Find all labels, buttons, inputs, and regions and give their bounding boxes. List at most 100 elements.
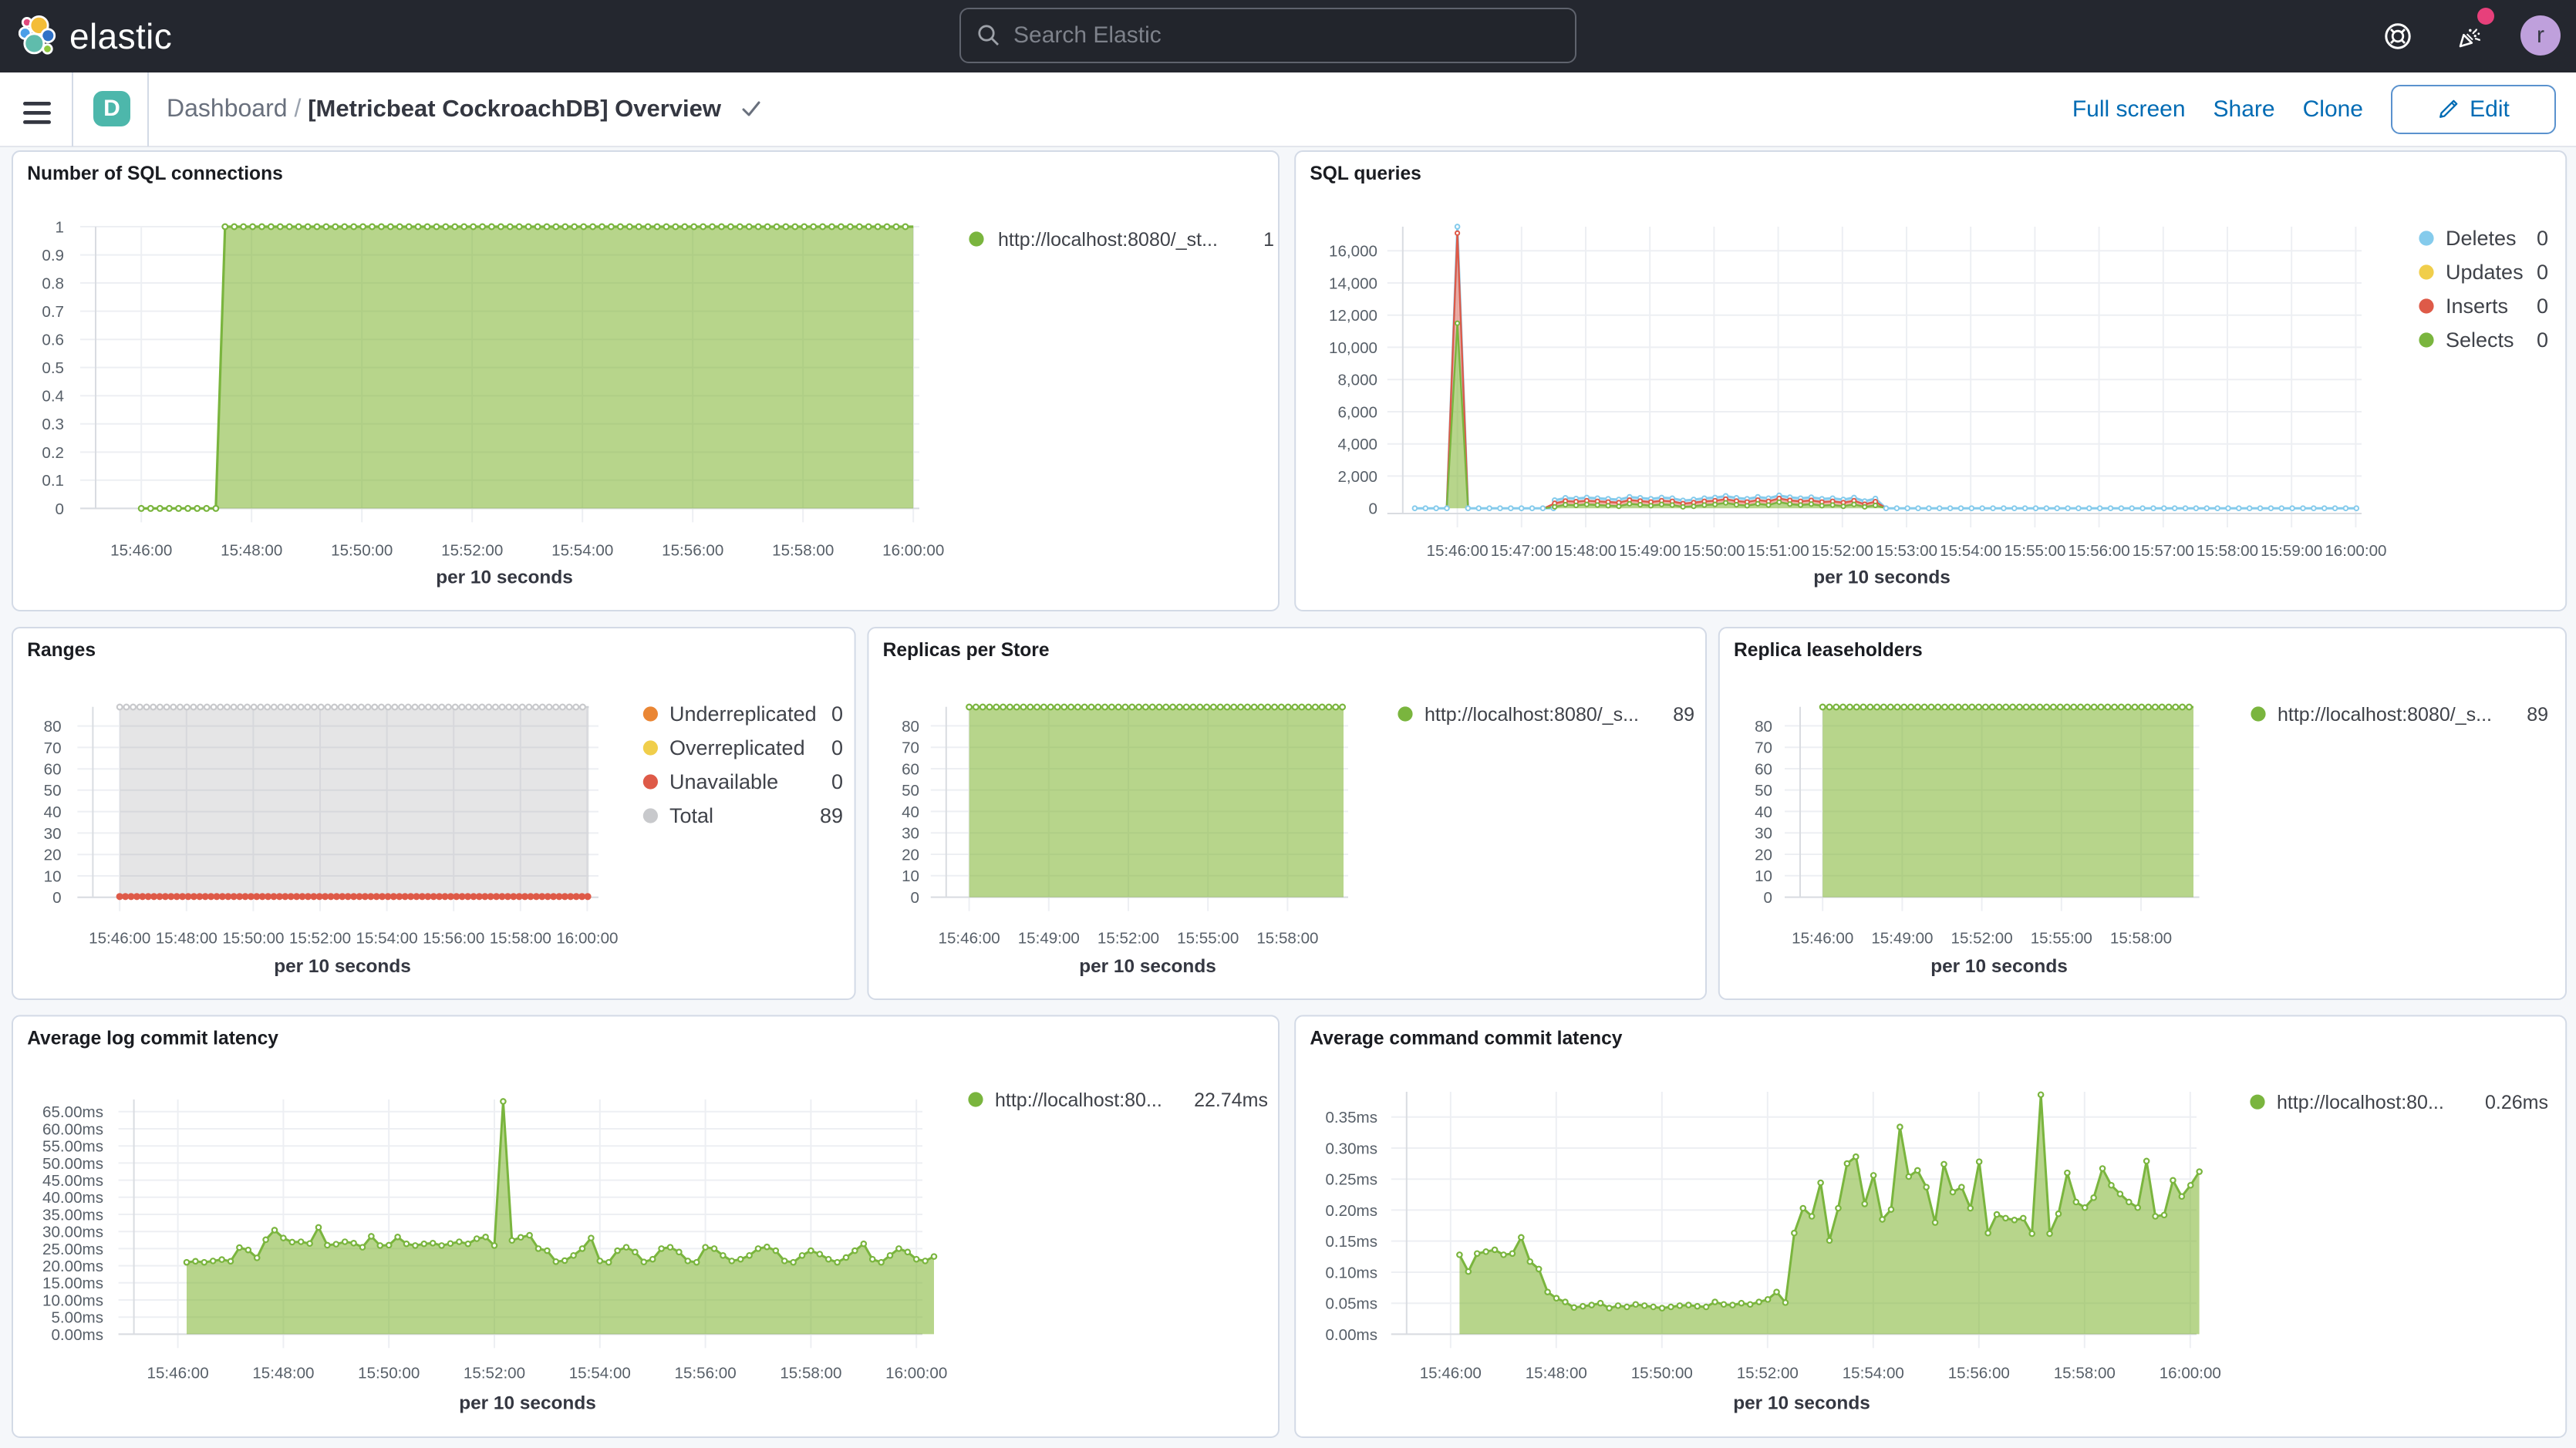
svg-text:http://localhost:80...: http://localhost:80... — [2277, 1092, 2444, 1113]
svg-text:15:54:00: 15:54:00 — [569, 1364, 631, 1382]
svg-text:15:55:00: 15:55:00 — [2004, 542, 2065, 560]
svg-text:0.30ms: 0.30ms — [1325, 1140, 1377, 1157]
svg-text:per 10 seconds: per 10 seconds — [1813, 567, 1951, 588]
svg-text:15:56:00: 15:56:00 — [662, 541, 723, 559]
svg-text:80: 80 — [1755, 718, 1772, 736]
svg-text:SQL queries: SQL queries — [1310, 163, 1421, 184]
svg-text:8,000: 8,000 — [1337, 372, 1377, 389]
svg-text:15:46:00: 15:46:00 — [1792, 929, 1853, 947]
svg-text:http://localhost:8080/_s...: http://localhost:8080/_s... — [1425, 704, 1639, 726]
svg-text:Deletes: Deletes — [2446, 227, 2517, 250]
svg-text:30: 30 — [1755, 825, 1772, 843]
svg-text:16:00:00: 16:00:00 — [2325, 542, 2386, 560]
svg-text:16:00:00: 16:00:00 — [882, 541, 944, 559]
svg-text:Average command commit latency: Average command commit latency — [1310, 1029, 1622, 1049]
svg-text:50: 50 — [902, 782, 919, 800]
svg-text:15:58:00: 15:58:00 — [780, 1364, 841, 1382]
svg-text:40: 40 — [902, 803, 919, 821]
svg-text:10: 10 — [1755, 867, 1772, 885]
svg-text:15:58:00: 15:58:00 — [2110, 929, 2172, 947]
svg-text:0.15ms: 0.15ms — [1325, 1233, 1377, 1251]
svg-text:89: 89 — [2527, 704, 2548, 726]
svg-text:70: 70 — [902, 739, 919, 757]
svg-text:15:48:00: 15:48:00 — [221, 541, 282, 559]
svg-text:15:46:00: 15:46:00 — [89, 929, 150, 947]
svg-text:60: 60 — [44, 761, 62, 779]
svg-text:15:46:00: 15:46:00 — [1427, 542, 1489, 560]
svg-text:15:54:00: 15:54:00 — [551, 541, 613, 559]
svg-text:15:51:00: 15:51:00 — [1748, 542, 1809, 560]
svg-text:15:50:00: 15:50:00 — [222, 929, 284, 947]
svg-text:15:55:00: 15:55:00 — [1177, 929, 1239, 947]
svg-text:15:50:00: 15:50:00 — [331, 541, 393, 559]
svg-text:per 10 seconds: per 10 seconds — [436, 567, 573, 588]
svg-text:16,000: 16,000 — [1329, 243, 1377, 261]
svg-text:Replicas per Store: Replicas per Store — [883, 640, 1050, 661]
svg-text:15:58:00: 15:58:00 — [2054, 1364, 2116, 1382]
svg-text:30: 30 — [902, 825, 919, 843]
svg-text:15:52:00: 15:52:00 — [1812, 542, 1873, 560]
svg-text:12,000: 12,000 — [1329, 307, 1377, 325]
svg-text:6,000: 6,000 — [1337, 403, 1377, 421]
svg-text:0.6: 0.6 — [42, 332, 64, 349]
svg-text:15:48:00: 15:48:00 — [156, 929, 217, 947]
svg-text:http://localhost:80...: http://localhost:80... — [995, 1089, 1162, 1111]
svg-text:15:57:00: 15:57:00 — [2133, 542, 2194, 560]
svg-text:0: 0 — [911, 889, 919, 907]
svg-text:15:50:00: 15:50:00 — [1683, 542, 1745, 560]
svg-text:Inserts: Inserts — [2446, 295, 2508, 318]
svg-text:0.8: 0.8 — [42, 274, 64, 292]
svg-text:per 10 seconds: per 10 seconds — [1079, 956, 1216, 977]
svg-text:15:47:00: 15:47:00 — [1491, 542, 1553, 560]
svg-text:55.00ms: 55.00ms — [42, 1138, 103, 1156]
svg-text:0.9: 0.9 — [42, 247, 64, 264]
svg-text:15:55:00: 15:55:00 — [2031, 929, 2092, 947]
svg-text:15:46:00: 15:46:00 — [939, 929, 1000, 947]
svg-text:4,000: 4,000 — [1337, 436, 1377, 453]
svg-text:40: 40 — [44, 803, 62, 821]
svg-text:20: 20 — [902, 846, 919, 864]
svg-text:0.00ms: 0.00ms — [51, 1326, 103, 1344]
svg-text:0.26ms: 0.26ms — [2485, 1092, 2548, 1113]
svg-text:15:58:00: 15:58:00 — [2197, 542, 2258, 560]
svg-text:15:52:00: 15:52:00 — [1097, 929, 1159, 947]
svg-text:0.1: 0.1 — [42, 472, 64, 490]
svg-text:50: 50 — [44, 782, 62, 800]
svg-text:15:48:00: 15:48:00 — [1555, 542, 1617, 560]
svg-text:15:52:00: 15:52:00 — [464, 1364, 525, 1382]
svg-text:Overreplicated: Overreplicated — [669, 736, 805, 759]
svg-text:15:46:00: 15:46:00 — [147, 1364, 209, 1382]
svg-text:20.00ms: 20.00ms — [42, 1258, 103, 1275]
svg-text:15:58:00: 15:58:00 — [490, 929, 551, 947]
svg-text:0.5: 0.5 — [42, 359, 64, 377]
svg-text:45.00ms: 45.00ms — [42, 1172, 103, 1190]
svg-text:40: 40 — [1755, 803, 1772, 821]
svg-text:16:00:00: 16:00:00 — [2160, 1364, 2221, 1382]
svg-text:50: 50 — [1755, 782, 1772, 800]
svg-text:10,000: 10,000 — [1329, 339, 1377, 357]
svg-text:15:52:00: 15:52:00 — [441, 541, 503, 559]
svg-text:16:00:00: 16:00:00 — [885, 1364, 947, 1382]
svg-text:per 10 seconds: per 10 seconds — [459, 1393, 596, 1414]
svg-text:15:54:00: 15:54:00 — [1940, 542, 2001, 560]
svg-text:0: 0 — [2537, 261, 2548, 284]
svg-text:Total: Total — [669, 804, 713, 827]
svg-text:15.00ms: 15.00ms — [42, 1275, 103, 1292]
svg-text:20: 20 — [1755, 846, 1772, 864]
svg-text:70: 70 — [44, 739, 62, 757]
svg-text:15:53:00: 15:53:00 — [1876, 542, 1937, 560]
svg-text:15:56:00: 15:56:00 — [423, 929, 484, 947]
svg-text:15:46:00: 15:46:00 — [1420, 1364, 1482, 1382]
svg-text:http://localhost:8080/_st...: http://localhost:8080/_st... — [998, 229, 1218, 251]
svg-text:15:56:00: 15:56:00 — [1948, 1364, 2010, 1382]
svg-text:0: 0 — [1764, 889, 1772, 907]
svg-text:0.25ms: 0.25ms — [1325, 1171, 1377, 1189]
svg-text:15:59:00: 15:59:00 — [2261, 542, 2322, 560]
svg-text:0: 0 — [2537, 328, 2548, 352]
svg-text:60: 60 — [902, 760, 919, 778]
svg-text:0: 0 — [831, 702, 843, 726]
svg-text:0.00ms: 0.00ms — [1325, 1326, 1377, 1344]
svg-text:60: 60 — [1755, 760, 1772, 778]
svg-text:40.00ms: 40.00ms — [42, 1189, 103, 1207]
svg-text:30.00ms: 30.00ms — [42, 1224, 103, 1241]
